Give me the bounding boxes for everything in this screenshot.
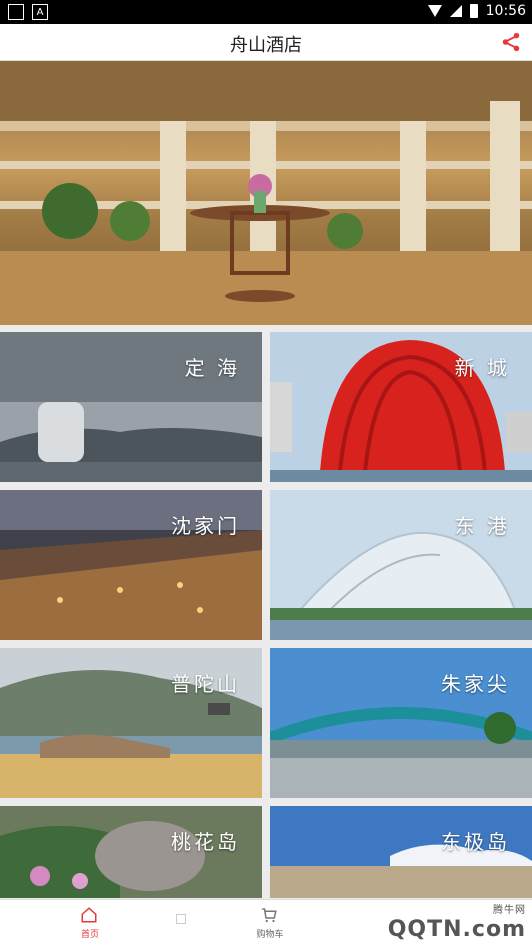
- page-title: 舟山酒店: [230, 35, 302, 56]
- a-icon: A: [32, 4, 48, 20]
- watermark-text: QQTN.com: [387, 917, 526, 942]
- battery-icon: [469, 4, 478, 18]
- tile-taohuadao[interactable]: 桃花岛: [0, 806, 262, 898]
- app-bar: 舟山酒店: [0, 24, 532, 61]
- watermark: 腾牛网 QQTN.com: [387, 905, 526, 942]
- tile-label: 朱家尖: [441, 672, 510, 696]
- nav-cart[interactable]: 购物车: [220, 900, 320, 944]
- home-icon: [81, 907, 97, 923]
- wifi-icon: [427, 5, 442, 17]
- tile-label: 定 海: [184, 356, 240, 380]
- tile-label: 新 城: [454, 356, 510, 380]
- hero-image[interactable]: [0, 61, 532, 325]
- nav-home[interactable]: 首页: [40, 900, 140, 944]
- nav-second-icon: [176, 914, 186, 924]
- tile-xincheng[interactable]: 新 城: [270, 332, 532, 482]
- tile-label: 普陀山: [171, 672, 240, 696]
- tile-label: 东极岛: [441, 830, 510, 854]
- hotel-lobby-illustration: [0, 61, 532, 325]
- bottom-nav: 首页 购物车 腾牛网 QQTN.com: [0, 899, 532, 944]
- tile-putuoshan[interactable]: 普陀山: [0, 648, 262, 798]
- tile-label: 桃花岛: [171, 830, 240, 854]
- signal-icon: [449, 5, 462, 17]
- status-time: 10:56: [485, 3, 526, 19]
- watermark-sub: 腾牛网: [493, 905, 526, 916]
- notification-icon: [8, 4, 24, 20]
- nav-second[interactable]: [150, 900, 210, 944]
- tile-dinghai[interactable]: 定 海: [0, 332, 262, 482]
- tile-zhujiajian[interactable]: 朱家尖: [270, 648, 532, 798]
- share-icon[interactable]: [500, 31, 522, 53]
- tile-donggang[interactable]: 东 港: [270, 490, 532, 640]
- tile-shenjiamen[interactable]: 沈家门: [0, 490, 262, 640]
- nav-home-label: 首页: [80, 930, 99, 940]
- tile-dongjidao[interactable]: 东极岛: [270, 806, 532, 898]
- status-bar: A 10:56: [0, 0, 532, 24]
- tile-label: 东 港: [454, 514, 510, 538]
- tile-label: 沈家门: [171, 514, 240, 538]
- nav-cart-label: 购物车: [256, 930, 284, 940]
- cart-icon: [262, 908, 277, 923]
